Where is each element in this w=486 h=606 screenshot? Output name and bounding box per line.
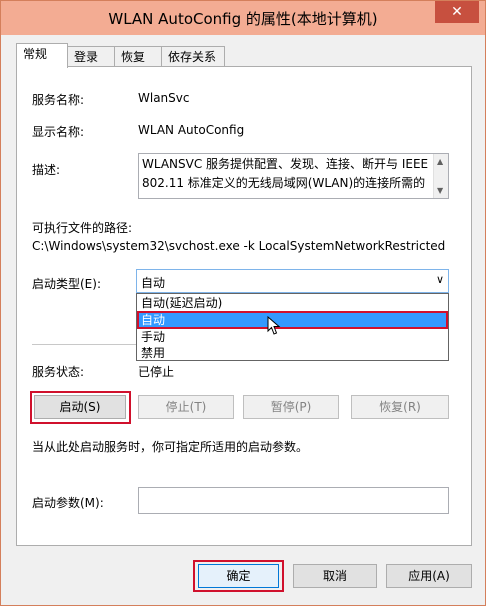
resume-button[interactable]: 恢复(R) xyxy=(351,395,449,419)
close-icon: ✕ xyxy=(451,4,463,20)
description-box[interactable]: WLANSVC 服务提供配置、发现、连接、断开与 IEEE 802.11 标准定… xyxy=(138,153,449,199)
start-params-label: 启动参数(M): xyxy=(32,496,104,510)
startup-type-value: 自动 xyxy=(141,276,166,290)
cancel-button[interactable]: 取消 xyxy=(293,564,377,588)
scroll-down-icon[interactable]: ▼ xyxy=(437,186,443,195)
service-name-value: WlanSvc xyxy=(138,91,190,105)
startup-type-label: 启动类型(E): xyxy=(32,277,101,291)
service-status-label: 服务状态: xyxy=(32,365,85,379)
mouse-pointer-icon xyxy=(267,316,281,335)
chevron-down-icon: ∨ xyxy=(435,273,444,286)
option-disabled[interactable]: 禁用 xyxy=(138,345,447,361)
service-status-value: 已停止 xyxy=(138,365,175,379)
startup-hint: 当从此处启动服务时，你可指定所适用的启动参数。 xyxy=(32,440,309,454)
start-params-input[interactable] xyxy=(138,487,449,514)
scroll-up-icon[interactable]: ▲ xyxy=(437,157,443,166)
startup-type-select[interactable]: 自动 ∨ xyxy=(136,269,449,293)
display-name-value: WLAN AutoConfig xyxy=(138,123,245,137)
pause-button[interactable]: 暂停(P) xyxy=(243,395,339,419)
divider xyxy=(32,344,136,345)
tab-logon[interactable]: 登录 xyxy=(67,46,115,66)
stop-button[interactable]: 停止(T) xyxy=(138,395,234,419)
option-auto-delayed[interactable]: 自动(延迟启动) xyxy=(138,295,447,311)
window-title: WLAN AutoConfig 的属性(本地计算机) xyxy=(108,10,378,28)
display-name-label: 显示名称: xyxy=(32,125,85,139)
exe-path-value: C:\Windows\system32\svchost.exe -k Local… xyxy=(32,239,446,253)
tab-recovery[interactable]: 恢复 xyxy=(114,46,162,66)
exe-path-label: 可执行文件的路径: xyxy=(32,221,133,235)
startup-type-dropdown: 自动(延迟启动) 自动 手动 禁用 xyxy=(136,293,449,361)
tab-general[interactable]: 常规 xyxy=(16,43,68,68)
description-text: WLANSVC 服务提供配置、发现、连接、断开与 IEEE 802.11 标准定… xyxy=(142,157,429,190)
close-button[interactable]: ✕ xyxy=(435,1,479,23)
tab-dependencies[interactable]: 依存关系 xyxy=(161,46,225,66)
title-bar[interactable]: WLAN AutoConfig 的属性(本地计算机) ✕ xyxy=(1,1,485,35)
description-label: 描述: xyxy=(32,163,61,177)
description-scrollbar[interactable]: ▲ ▼ xyxy=(433,154,448,198)
apply-button[interactable]: 应用(A) xyxy=(386,564,472,588)
option-auto[interactable]: 自动 xyxy=(137,311,448,329)
service-name-label: 服务名称: xyxy=(32,93,85,107)
option-manual[interactable]: 手动 xyxy=(138,329,447,345)
start-button-highlight xyxy=(30,391,131,424)
properties-window: WLAN AutoConfig 的属性(本地计算机) ✕ 常规 登录 恢复 依存… xyxy=(0,0,486,606)
ok-button-highlight xyxy=(193,560,284,592)
